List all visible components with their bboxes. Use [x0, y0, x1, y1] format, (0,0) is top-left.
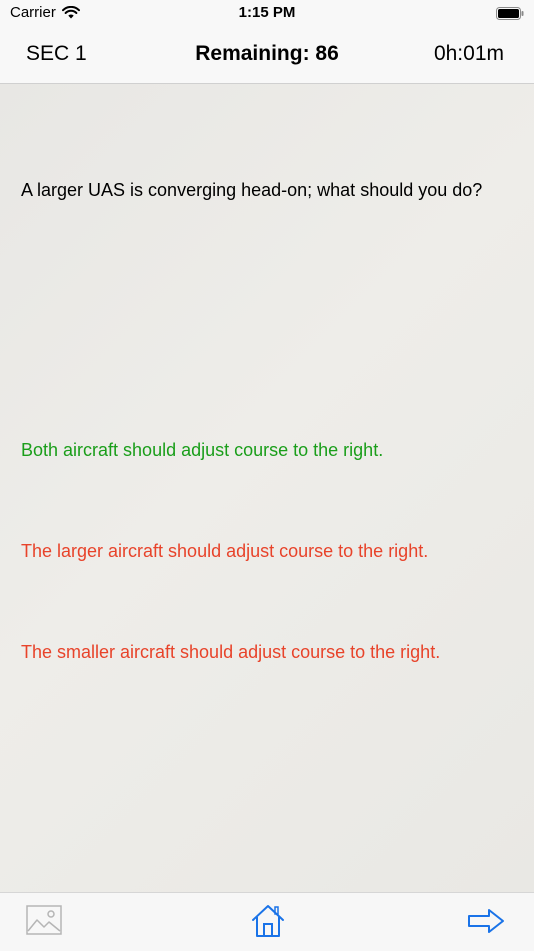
home-icon	[252, 905, 284, 937]
question-area: A larger UAS is converging head-on; what…	[0, 84, 534, 892]
bottom-toolbar	[0, 892, 534, 951]
answer-option-1[interactable]: Both aircraft should adjust course to th…	[21, 438, 521, 462]
status-bar: Carrier 1:15 PM	[0, 0, 534, 30]
quiz-header: SEC 1 Remaining: 86 0h:01m	[0, 30, 534, 84]
elapsed-timer: 0h:01m	[433, 42, 504, 65]
next-button[interactable]	[467, 908, 505, 939]
next-arrow-icon	[468, 909, 504, 933]
battery-icon	[496, 7, 524, 20]
status-time: 1:15 PM	[238, 4, 296, 21]
answer-option-3[interactable]: The smaller aircraft should adjust cours…	[21, 640, 521, 664]
answer-option-2[interactable]: The larger aircraft should adjust course…	[21, 539, 521, 563]
home-button[interactable]	[250, 903, 286, 944]
image-icon	[26, 905, 62, 935]
question-text: A larger UAS is converging head-on; what…	[21, 180, 483, 200]
image-button[interactable]	[26, 905, 62, 940]
